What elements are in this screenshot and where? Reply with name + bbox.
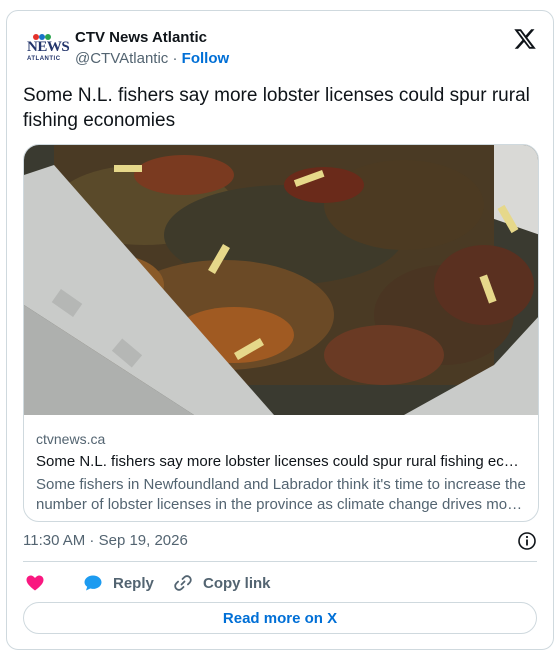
link-domain: ctvnews.ca bbox=[36, 431, 106, 447]
post-timestamp[interactable]: 11:30 AM · Sep 19, 2026 bbox=[23, 532, 188, 549]
like-button[interactable] bbox=[25, 571, 45, 595]
link-description: Some fishers in Newfoundland and Labrado… bbox=[36, 476, 526, 513]
read-more-button[interactable]: Read more on X bbox=[23, 602, 537, 634]
handle-row: @CTVAtlantic · Follow bbox=[75, 50, 229, 67]
copy-link-label: Copy link bbox=[203, 574, 271, 592]
post-text: Some N.L. fishers say more lobster licen… bbox=[23, 85, 530, 131]
link-title[interactable]: Some N.L. fishers say more lobster licen… bbox=[36, 451, 526, 473]
action-bar: Reply Copy link bbox=[23, 571, 537, 595]
link-preview-card[interactable]: ctvnews.ca Some N.L. fishers say more lo… bbox=[23, 144, 539, 522]
link-meta: ctvnews.ca Some N.L. fishers say more lo… bbox=[36, 429, 526, 515]
separator-dot: · bbox=[172, 50, 178, 67]
lobster-photo[interactable] bbox=[24, 145, 539, 415]
copy-link-button[interactable]: Copy link bbox=[173, 571, 271, 595]
account-avatar[interactable]: NEWS ATLANTIC bbox=[23, 31, 70, 67]
link-icon bbox=[174, 575, 192, 591]
reply-button[interactable]: Reply bbox=[83, 571, 154, 595]
account-handle[interactable]: @CTVAtlantic bbox=[75, 50, 168, 67]
reply-label: Reply bbox=[113, 574, 154, 592]
embedded-post-card: NEWS ATLANTIC CTV News Atlantic @CTVAtla… bbox=[6, 10, 554, 650]
logo-news-text: NEWS bbox=[27, 39, 70, 55]
heart-icon bbox=[26, 575, 44, 591]
divider bbox=[23, 561, 537, 562]
follow-button[interactable]: Follow bbox=[182, 50, 230, 67]
speech-bubble-icon bbox=[84, 575, 102, 591]
x-logo-icon[interactable] bbox=[513, 27, 537, 51]
logo-atlantic-text: ATLANTIC bbox=[27, 56, 61, 62]
post-header: NEWS ATLANTIC CTV News Atlantic @CTVAtla… bbox=[23, 27, 537, 73]
account-name[interactable]: CTV News Atlantic bbox=[75, 29, 207, 46]
info-icon[interactable] bbox=[517, 531, 537, 551]
